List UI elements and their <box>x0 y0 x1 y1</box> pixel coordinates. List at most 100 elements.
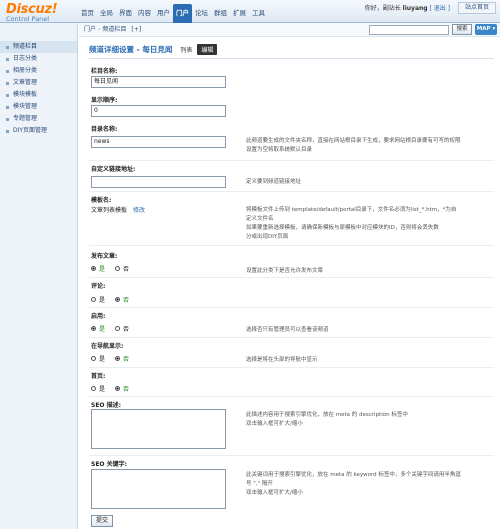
nav-ui[interactable]: 界面 <box>116 6 135 21</box>
radio-label: 否 <box>123 326 130 333</box>
publish-no[interactable]: 否 <box>115 264 129 273</box>
nav-users[interactable]: 用户 <box>154 6 173 21</box>
radio-icon <box>91 266 96 271</box>
template-edit-link[interactable]: 修改 <box>133 207 145 214</box>
radio-label: 否 <box>123 386 130 393</box>
sidebar-item-album-categories[interactable]: 相册分类 <box>0 65 77 77</box>
publish-yes[interactable]: 是 <box>91 264 105 273</box>
sidebar-item-blocks[interactable]: 模块管理 <box>0 101 77 113</box>
top-header: Discuz! Control Panel 首页 全局 界面 内容 用户 门户 … <box>0 0 500 23</box>
nav-groups[interactable]: 群组 <box>211 6 230 21</box>
nav-global[interactable]: 全局 <box>97 6 116 21</box>
sidebar-item-label: 频道栏目 <box>13 43 38 50</box>
seo-description-textarea[interactable] <box>91 409 226 449</box>
divider <box>89 245 494 246</box>
sidebar-item-channels[interactable]: 频道栏目 <box>0 41 77 53</box>
help-line: 双击输入框可扩大/缩小 <box>246 421 303 427</box>
bullet-icon <box>6 45 9 49</box>
publish-help: 设置此分类下是否允许发布文章 <box>246 268 324 274</box>
main-content: 门户 › 频道栏目 [+] 搜索 MAP ▾ 频道详细设置 - 每日見闻 列表 编辑… <box>79 23 500 529</box>
radio-label: 是 <box>99 297 106 304</box>
sidebar: 频道栏目 日志分类 相册分类 文章管理 模块模板 模块管理 专题管理 DIY页面… <box>0 23 78 529</box>
enable-no[interactable]: 否 <box>115 324 129 333</box>
comment-label: 评论: <box>91 283 106 290</box>
nav-tools[interactable]: 工具 <box>249 6 268 21</box>
sidebar-item-blog-categories[interactable]: 日志分类 <box>0 53 77 65</box>
divider <box>89 191 494 192</box>
search-button[interactable]: 搜索 <box>452 24 472 35</box>
tab-list[interactable]: 列表 <box>180 45 192 54</box>
template-name: 文章列表模板 <box>91 207 128 214</box>
radio-icon <box>91 356 96 361</box>
dir-help: 此频道要生成的文件夹名称，直接在网站根目录下生成，要求网站根目录要有可写的权限 … <box>246 137 496 155</box>
template-value: 文章列表模板 修改 <box>91 205 145 214</box>
template-help: 将模板文件上传到 template/default/portal目录下，文件名必… <box>246 206 496 242</box>
help-line: 此关键词用于搜索引擎优化，放在 meta 的 keyword 标签中，多个关键字… <box>246 472 461 478</box>
nav-extensions[interactable]: 扩展 <box>230 6 249 21</box>
enable-yes[interactable]: 是 <box>91 324 105 333</box>
sidebar-item-diy-pages[interactable]: DIY页面管理 <box>0 125 77 137</box>
sidebar-item-articles[interactable]: 文章管理 <box>0 77 77 89</box>
publish-label: 发布文章: <box>91 253 118 260</box>
divider <box>89 307 494 308</box>
name-label: 栏目名称: <box>91 68 118 75</box>
dir-label: 目录名称: <box>91 126 118 133</box>
site-home-button[interactable]: 站点首页 <box>458 2 496 14</box>
sidebar-item-label: 模块管理 <box>13 103 38 110</box>
name-field[interactable]: 每日见闻 <box>91 76 226 88</box>
radio-icon <box>115 356 121 361</box>
search-input[interactable] <box>369 25 449 35</box>
home-yes[interactable]: 是 <box>91 384 105 393</box>
sidebar-item-label: 相册分类 <box>13 67 38 74</box>
help-line: 将模板文件上传到 template/default/portal目录下，文件名必… <box>246 207 457 213</box>
sidebar-item-topics[interactable]: 专题管理 <box>0 113 77 125</box>
comment-no[interactable]: 否 <box>115 295 129 304</box>
domain-label: 自定义链接地址: <box>91 166 136 173</box>
radio-label: 否 <box>123 266 130 273</box>
sidebar-item-block-templates[interactable]: 模块模板 <box>0 89 77 101</box>
bullet-icon <box>6 117 9 121</box>
home-no[interactable]: 否 <box>115 384 129 393</box>
logout-link[interactable]: [ 退出 ] <box>430 5 451 12</box>
divider <box>89 396 494 397</box>
map-button[interactable]: MAP ▾ <box>475 24 497 35</box>
dir-field[interactable]: news <box>91 136 226 148</box>
enable-label: 启用: <box>91 313 106 320</box>
breadcrumb-root[interactable]: 门户 <box>84 26 96 33</box>
bullet-icon <box>6 129 9 133</box>
radio-icon <box>91 386 96 391</box>
submit-button[interactable]: 提交 <box>91 515 113 527</box>
enable-help: 选择否只有管理员可以查看该频道 <box>246 327 329 333</box>
nav-home[interactable]: 首页 <box>78 6 97 21</box>
sidebar-item-label: DIY页面管理 <box>13 127 48 134</box>
radio-label: 是 <box>99 356 106 363</box>
nav-display-no[interactable]: 否 <box>115 354 129 363</box>
help-line: 设置为空将取系统默认目录 <box>246 147 313 153</box>
nav-forum[interactable]: 论坛 <box>192 6 211 21</box>
comment-yes[interactable]: 是 <box>91 295 105 304</box>
nav-display-yes[interactable]: 是 <box>91 354 105 363</box>
order-field[interactable]: 0 <box>91 105 226 117</box>
bullet-icon <box>6 105 9 109</box>
breadcrumb-current: 频道栏目 <box>102 26 127 33</box>
help-line: 此描述内容用于搜索引擎优化，放在 meta 的 description 标签中 <box>246 412 408 418</box>
seo-description-help: 此描述内容用于搜索引擎优化，放在 meta 的 description 标签中 … <box>246 411 496 429</box>
radio-label: 是 <box>99 326 106 333</box>
sidebar-item-label: 模块模板 <box>13 91 38 98</box>
radio-label: 是 <box>99 266 106 273</box>
nav-content[interactable]: 内容 <box>135 6 154 21</box>
discuz-logo[interactable]: Discuz! Control Panel <box>6 2 58 23</box>
seo-keywords-textarea[interactable] <box>91 469 226 509</box>
bullet-icon <box>6 69 9 73</box>
page-header: 频道详细设置 - 每日見闻 列表 编辑 <box>89 43 218 55</box>
radio-icon <box>115 297 121 302</box>
nav-portal[interactable]: 门户 <box>173 4 192 23</box>
radio-icon <box>115 326 121 331</box>
tab-edit[interactable]: 编辑 <box>197 43 218 55</box>
divider <box>89 58 494 59</box>
sidebar-item-label: 专题管理 <box>13 115 38 122</box>
add-favorite-link[interactable]: [+] <box>131 26 141 33</box>
domain-field[interactable] <box>91 176 226 188</box>
nav-display-help: 选择是将在头部的导航中显示 <box>246 357 318 363</box>
radio-icon <box>115 386 121 391</box>
